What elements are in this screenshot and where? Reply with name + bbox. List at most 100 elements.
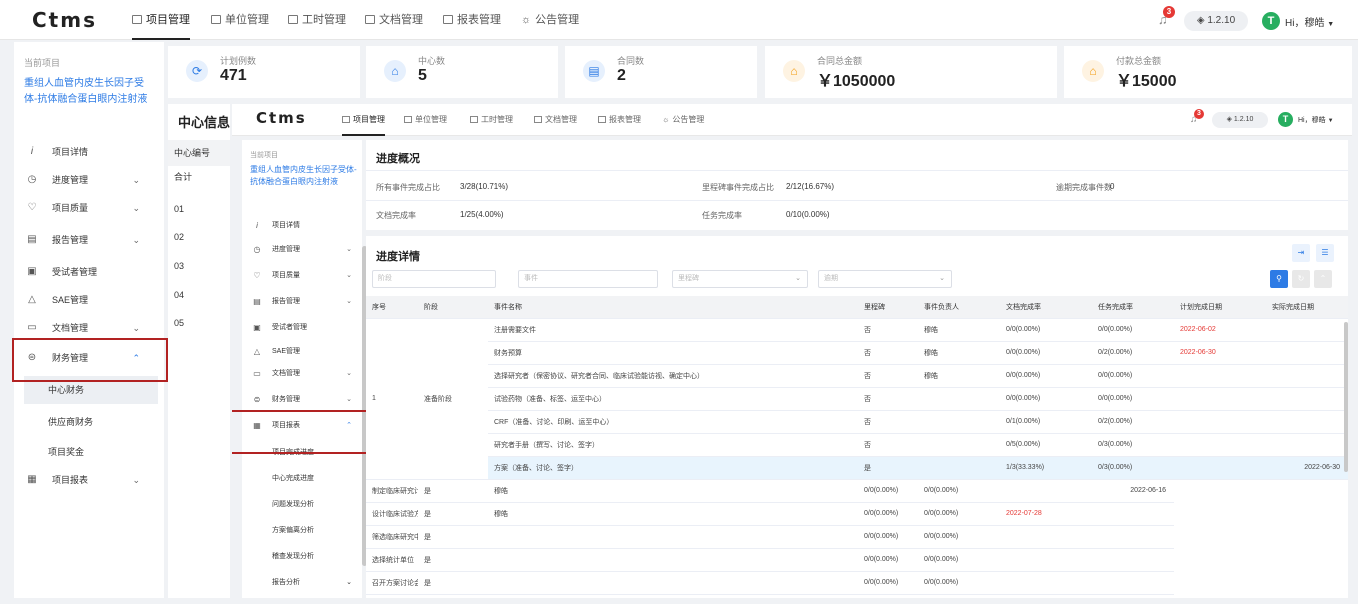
app-logo[interactable]: Ctms (32, 8, 97, 32)
chevron-down-icon: ⌄ (346, 246, 352, 253)
sidebar-item-sae[interactable]: △ SAE管理 (14, 286, 164, 314)
sidebar-item-project-report[interactable]: ▦ 项目报表 ⌄ (14, 466, 164, 494)
inner-avatar[interactable]: T (1278, 112, 1293, 127)
inner-nav-report[interactable]: 报表管理 (598, 104, 641, 136)
cell-milestone: 否 (858, 318, 918, 342)
sidebar-item-label: 进度管理 (272, 246, 300, 253)
inner-sidebar-item-detail[interactable]: i 项目详情 (242, 214, 362, 238)
avatar[interactable]: T (1262, 12, 1280, 30)
cell-doc-rate: 1/3(33.33%) (1000, 456, 1092, 480)
nav-label: 单位管理 (225, 14, 269, 26)
cell-task-rate: 0/2(0.00%) (1092, 341, 1174, 365)
inner-nav-project[interactable]: 项目管理 (342, 104, 385, 136)
table-row[interactable]: 设计临床试验方案是穆皓0/0(0.00%)0/0(0.00%)2022-07-2… (366, 502, 1348, 526)
table-row[interactable]: CRF（准备、讨论、印刷、运至中心）否 0/1(0.00%) 0/2(0.00%) (366, 410, 1348, 434)
table-row[interactable]: 选择统计单位是 0/0(0.00%) 0/0(0.00%) (366, 548, 1348, 572)
inner-sub-issue-analysis[interactable]: 问题发现分析 (242, 492, 362, 518)
cell-milestone: 是 (418, 502, 488, 526)
current-project-name[interactable]: 重组人血管内皮生长因子受体-抗体融合蛋白眼内注射液 (24, 76, 156, 108)
table-header: 里程碑 (858, 296, 918, 319)
inner-nav-document[interactable]: 文档管理 (534, 104, 577, 136)
reset-icon[interactable]: ↻ (1292, 270, 1310, 288)
center-info-row[interactable]: 03 (168, 261, 230, 271)
greeting-text: Hi，穆皓 (1298, 117, 1326, 124)
inner-sub-deviation-analysis[interactable]: 方案偏离分析 (242, 518, 362, 544)
cell-task-rate: 0/2(0.00%) (1092, 410, 1174, 434)
table-row[interactable]: 筛选临床研究中心是 0/0(0.00%)0/0(0.00%) (366, 525, 1348, 549)
export-icon[interactable]: ⇥ (1292, 244, 1310, 262)
caret-down-icon: ▼ (1327, 118, 1334, 124)
inner-nav-timesheet[interactable]: 工时管理 (470, 104, 513, 136)
sidebar-item-progress[interactable]: ◷ 进度管理 ⌄ (14, 166, 164, 194)
center-info-row[interactable]: 02 (168, 232, 230, 242)
inner-sub-audit-analysis[interactable]: 稽查发现分析 (242, 544, 362, 570)
milestone-filter[interactable]: 里程碑 ⌄ (672, 270, 808, 288)
cell-plan-date (1174, 387, 1266, 411)
sidebar-sub-project-bonus[interactable]: 项目奖金 (14, 438, 164, 466)
table-row[interactable]: 方案（准备、讨论、签字）是 1/3(33.33%) 0/3(0.00%) 2022-0… (366, 456, 1348, 480)
cell-plan-date (1174, 433, 1266, 457)
stage-filter[interactable]: 阶段 (372, 270, 496, 288)
inner-sidebar-item-sae[interactable]: △ SAE管理 (242, 340, 362, 364)
inner-sub-center-progress[interactable]: 中心完成进度 (242, 466, 362, 492)
inner-sidebar-item-quality[interactable]: ♡ 项目质量 ⌄ (242, 264, 362, 288)
table-row[interactable]: 研究者手册（撰写、讨论、签字）否 0/5(0.00%) 0/3(0.00%) (366, 433, 1348, 457)
list-icon[interactable]: ☰ (1316, 244, 1334, 262)
center-info-row[interactable]: 05 (168, 318, 230, 328)
inner-nav-announcement[interactable]: ☼ 公告管理 (662, 104, 704, 136)
highlight-box (12, 338, 168, 382)
cell-doc-rate: 0/0(0.00%) (858, 479, 918, 503)
cell-owner (488, 548, 858, 572)
inner-sidebar-item-report[interactable]: ▤ 报告管理 ⌄ (242, 290, 362, 314)
deadline-filter[interactable]: 逾期 ⌄ (818, 270, 952, 288)
inner-user-greeting[interactable]: Hi，穆皓 ▼ (1298, 115, 1334, 125)
inner-sidebar-item-documents[interactable]: ▭ 文档管理 ⌄ (242, 362, 362, 386)
nav-report-management[interactable]: 报表管理 (443, 0, 501, 40)
inner-sub-report-analysis[interactable]: 报告分析 ⌄ (242, 570, 362, 596)
nav-label: 文档管理 (545, 115, 577, 124)
nav-unit-management[interactable]: 单位管理 (211, 0, 269, 40)
inner-sidebar-item-progress[interactable]: ◷ 进度管理 ⌄ (242, 238, 362, 262)
cell-plan-date (1000, 548, 1092, 572)
cell-milestone: 是 (418, 571, 488, 595)
event-filter[interactable]: 事件 (518, 270, 658, 288)
table-row[interactable]: 选择研究者（保密协议、研究者合同、临床试验能访视、确定中心）否穆皓 0/0(0.0… (366, 364, 1348, 388)
cell-event-name: 召开方案讨论会 (366, 571, 418, 595)
divider (366, 200, 1348, 201)
inner-current-project-name[interactable]: 重组人血管内皮生长因子受体-抗体融合蛋白眼内注射液 (250, 164, 358, 188)
table-row[interactable]: 1 准备阶段 注册需要文件否穆皓 0/0(0.00%) 0/0(0.00%) 2022-0… (366, 318, 1348, 480)
layers-icon: ◈ (1226, 116, 1234, 123)
nav-announcement-management[interactable]: ☼ 公告管理 (521, 0, 579, 40)
center-info-row[interactable]: 04 (168, 290, 230, 300)
shield-icon: ♡ (27, 202, 37, 213)
table-row[interactable]: 财务预算否穆皓 0/0(0.00%) 0/2(0.00%) 2022-06-30 (366, 341, 1348, 365)
nav-label: 公告管理 (535, 14, 580, 26)
center-info-row[interactable]: 合计 (168, 170, 230, 183)
table-row[interactable]: 试验药物（准备、标签、运至中心）否 0/0(0.00%) 0/0(0.00%) (366, 387, 1348, 411)
sidebar-sub-vendor-finance[interactable]: 供应商财务 (14, 408, 164, 436)
table-row[interactable]: 制定临床研究计划是穆皓0/0(0.00%)0/0(0.00%)2022-06-1… (366, 479, 1348, 503)
table-header: 计划完成日期 (1174, 296, 1266, 319)
nav-document-management[interactable]: 文档管理 (365, 0, 423, 40)
search-icon[interactable]: ⚲ (1270, 270, 1288, 288)
nav-timesheet-management[interactable]: 工时管理 (288, 0, 346, 40)
sidebar-item-quality[interactable]: ♡ 项目质量 ⌄ (14, 194, 164, 222)
chevron-down-icon: ⌄ (346, 396, 352, 403)
version-pill[interactable]: ◈ 1.2.10 (1184, 11, 1248, 31)
sidebar-item-project-detail[interactable]: i 项目详情 (14, 138, 164, 166)
inner-app-logo[interactable]: Ctms (256, 109, 307, 127)
inner-nav-unit[interactable]: 单位管理 (404, 104, 447, 136)
inner-sidebar-item-finance[interactable]: ⊜ 财务管理 ⌄ (242, 388, 362, 412)
clipboard-icon: ▤ (253, 297, 261, 306)
cell-event-name: 选择统计单位 (366, 548, 418, 572)
table-row[interactable]: 召开方案讨论会是 0/0(0.00%) 0/0(0.00%) (366, 571, 1348, 595)
sidebar-item-subjects[interactable]: ▣ 受试者管理 (14, 258, 164, 286)
nav-project-management[interactable]: 项目管理 (132, 0, 190, 40)
collapse-icon[interactable]: ⌃ (1314, 270, 1332, 288)
inner-sidebar-item-subjects[interactable]: ▣ 受试者管理 (242, 316, 362, 340)
center-info-row[interactable]: 01 (168, 204, 230, 214)
inner-version-pill[interactable]: ◈ 1.2.10 (1212, 112, 1268, 128)
sidebar-item-report[interactable]: ▤ 报告管理 ⌄ (14, 226, 164, 254)
user-greeting[interactable]: Hi，穆皓 ▼ (1285, 14, 1334, 29)
table-scrollbar[interactable] (1344, 322, 1348, 472)
